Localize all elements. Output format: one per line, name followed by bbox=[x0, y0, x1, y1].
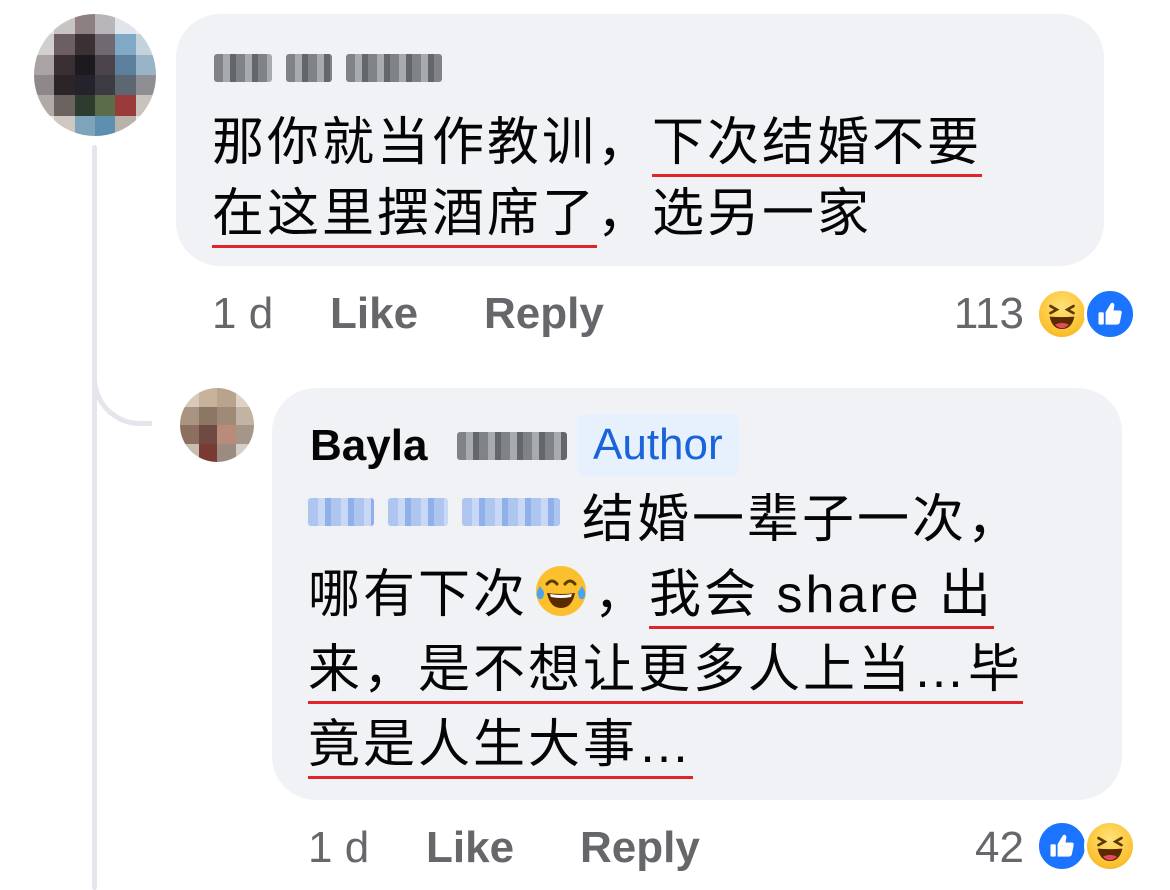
author-name-blurred[interactable] bbox=[214, 54, 442, 82]
reaction-count[interactable]: 42 bbox=[930, 820, 1024, 876]
like-icon[interactable] bbox=[1036, 820, 1088, 872]
reply-text-line-4: 竟是人生大事… bbox=[308, 716, 694, 774]
like-button[interactable]: Like bbox=[426, 820, 514, 876]
laugh-icon[interactable] bbox=[1084, 820, 1136, 872]
reply-text-line-1: 结婚一辈子一次， bbox=[582, 491, 1023, 549]
reply-button[interactable]: Reply bbox=[580, 820, 700, 876]
tears-of-joy-icon bbox=[532, 562, 590, 620]
author-badge: Author bbox=[577, 414, 739, 476]
mention-tag-blurred[interactable] bbox=[308, 498, 560, 526]
laugh-icon[interactable] bbox=[1036, 288, 1088, 340]
thread-connector bbox=[92, 330, 152, 426]
author-name[interactable]: Bayla bbox=[310, 416, 427, 476]
timestamp[interactable]: 1 d bbox=[308, 820, 369, 876]
reply-text-line-2: 哪有下次 ，我会 share 出 bbox=[308, 558, 994, 633]
avatar[interactable] bbox=[180, 388, 254, 462]
author-surname-blurred[interactable] bbox=[457, 432, 567, 460]
like-button[interactable]: Like bbox=[330, 286, 418, 342]
comment-text-line-2: 在这里摆酒席了，选另一家 bbox=[212, 185, 873, 243]
comment-bubble: 那你就当作教训，下次结婚不要 在这里摆酒席了，选另一家 bbox=[176, 14, 1104, 266]
reply-bubble: Bayla Author 结婚一辈子一次， 哪有下次 ，我会 share 出 来… bbox=[272, 388, 1122, 800]
like-icon[interactable] bbox=[1084, 288, 1136, 340]
reaction-count[interactable]: 113 bbox=[930, 286, 1024, 342]
reply-text-line-3: 来，是不想让更多人上当…毕 bbox=[308, 641, 1024, 699]
reply-button[interactable]: Reply bbox=[484, 286, 604, 342]
thread-line bbox=[92, 145, 97, 890]
avatar[interactable] bbox=[34, 14, 156, 136]
comment-text-line-1: 那你就当作教训，下次结婚不要 bbox=[212, 114, 983, 172]
timestamp[interactable]: 1 d bbox=[212, 286, 273, 342]
